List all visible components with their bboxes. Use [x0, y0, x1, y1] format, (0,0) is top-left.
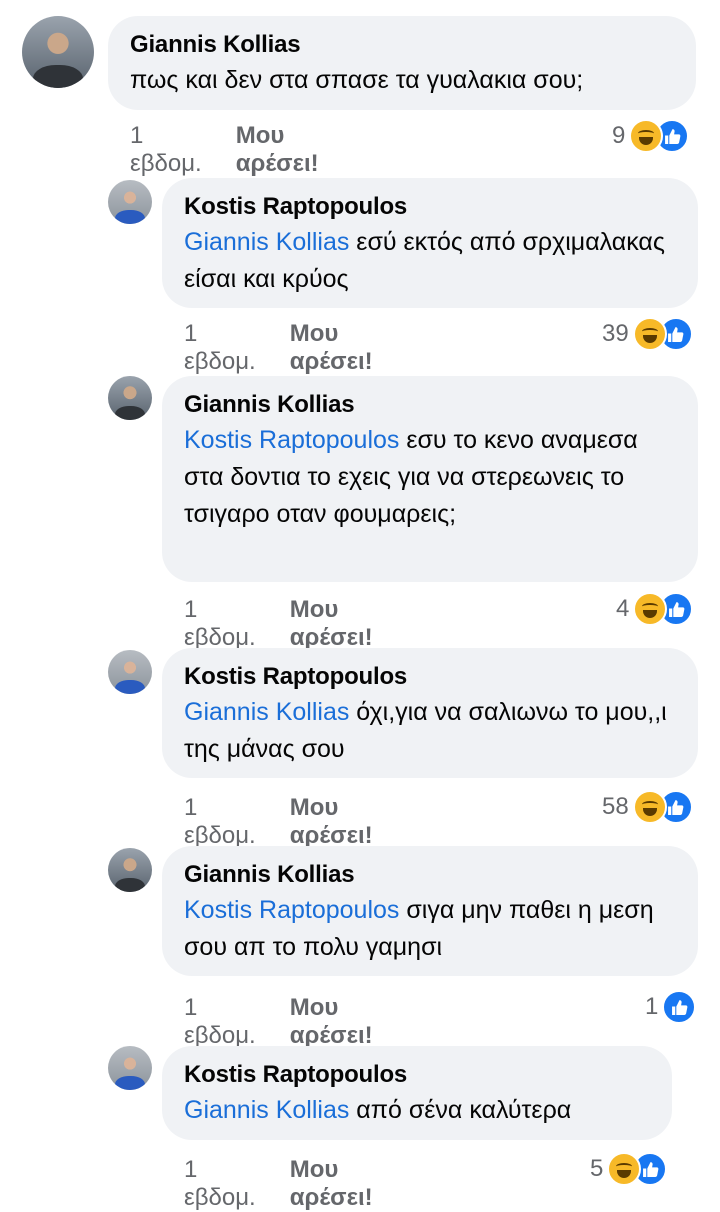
- comment-author[interactable]: Kostis Raptopoulos: [184, 192, 678, 222]
- haha-icon: [632, 790, 667, 824]
- reactions-summary[interactable]: 5: [590, 1152, 668, 1186]
- reaction-count: 5: [590, 1155, 604, 1182]
- timestamp[interactable]: 1 εβδομ.: [184, 320, 256, 376]
- comment-text: Giannis Kollias από σένα καλύτερα: [184, 1092, 652, 1129]
- avatar[interactable]: [22, 16, 94, 88]
- avatar[interactable]: [108, 848, 152, 892]
- timestamp[interactable]: 1 εβδομ.: [184, 994, 256, 1050]
- reactions-summary[interactable]: 1: [645, 990, 697, 1024]
- reaction-count: 9: [612, 122, 626, 149]
- comment-meta: 1 εβδομ. Μου αρέσει!: [184, 1156, 373, 1212]
- comment-meta: 1 εβδομ. Μου αρέσει!: [130, 122, 319, 178]
- reaction-count: 4: [616, 595, 630, 622]
- mention-link[interactable]: Giannis Kollias: [184, 228, 349, 256]
- comment-meta: 1 εβδομ. Μου αρέσει!: [184, 596, 373, 652]
- comment-meta: 1 εβδομ. Μου αρέσει!: [184, 994, 373, 1050]
- comment-author[interactable]: Giannis Kollias: [130, 30, 676, 60]
- comment-text: Giannis Kollias εσύ εκτός από σρχιμαλακα…: [184, 224, 678, 298]
- comment-bubble: Kostis Raptopoulos Giannis Kollias όχι,γ…: [162, 648, 698, 778]
- like-button[interactable]: Μου αρέσει!: [290, 320, 373, 376]
- avatar[interactable]: [108, 180, 152, 224]
- reaction-count: 58: [602, 793, 629, 820]
- haha-icon: [632, 317, 667, 351]
- comment-bubble: Kostis Raptopoulos Giannis Kollias από σ…: [162, 1046, 672, 1140]
- comment-meta: 1 εβδομ. Μου αρέσει!: [184, 794, 373, 850]
- reactions-summary[interactable]: 4: [616, 592, 694, 626]
- comment-bubble: Giannis Kollias πως και δεν στα σπασε τα…: [108, 16, 696, 110]
- comment-text: Kostis Raptopoulos εσυ το κενο αναμεσα σ…: [184, 422, 678, 533]
- mention-link[interactable]: Kostis Raptopoulos: [184, 426, 399, 454]
- comment-author[interactable]: Giannis Kollias: [184, 390, 678, 420]
- comment-text: Kostis Raptopoulos σιγα μην παθει η μεση…: [184, 892, 678, 966]
- reaction-count: 39: [602, 320, 629, 347]
- avatar[interactable]: [108, 376, 152, 420]
- timestamp[interactable]: 1 εβδομ.: [184, 794, 256, 850]
- comment-author[interactable]: Giannis Kollias: [184, 860, 678, 890]
- avatar[interactable]: [108, 650, 152, 694]
- like-button[interactable]: Μου αρέσει!: [290, 794, 373, 850]
- reactions-summary[interactable]: 58: [602, 790, 693, 824]
- comment-body: πως και δεν στα σπασε τα γυαλακια σου;: [130, 66, 584, 94]
- haha-icon: [633, 592, 668, 626]
- comment-author[interactable]: Kostis Raptopoulos: [184, 1060, 652, 1090]
- reactions-summary[interactable]: 9: [612, 119, 690, 153]
- timestamp[interactable]: 1 εβδομ.: [130, 122, 202, 178]
- avatar[interactable]: [108, 1046, 152, 1090]
- like-button[interactable]: Μου αρέσει!: [236, 122, 319, 178]
- haha-icon: [629, 119, 664, 153]
- timestamp[interactable]: 1 εβδομ.: [184, 596, 256, 652]
- haha-icon: [607, 1152, 642, 1186]
- comment-text: πως και δεν στα σπασε τα γυαλακια σου;: [130, 62, 676, 99]
- like-button[interactable]: Μου αρέσει!: [290, 994, 373, 1050]
- mention-link[interactable]: Giannis Kollias: [184, 698, 349, 726]
- timestamp[interactable]: 1 εβδομ.: [184, 1156, 256, 1212]
- comment-text: Giannis Kollias όχι,για να σαλιωνω το μο…: [184, 694, 678, 768]
- comment-bubble: Giannis Kollias Kostis Raptopoulos εσυ τ…: [162, 376, 698, 582]
- mention-link[interactable]: Giannis Kollias: [184, 1096, 349, 1124]
- reactions-summary[interactable]: 39: [602, 317, 693, 351]
- comment-body: από σένα καλύτερα: [349, 1096, 572, 1124]
- mention-link[interactable]: Kostis Raptopoulos: [184, 896, 399, 924]
- like-icon: [662, 990, 697, 1024]
- comment-bubble: Kostis Raptopoulos Giannis Kollias εσύ ε…: [162, 178, 698, 308]
- like-button[interactable]: Μου αρέσει!: [290, 1156, 373, 1212]
- like-button[interactable]: Μου αρέσει!: [290, 596, 373, 652]
- comment-bubble: Giannis Kollias Kostis Raptopoulos σιγα …: [162, 846, 698, 976]
- comment-meta: 1 εβδομ. Μου αρέσει!: [184, 320, 373, 376]
- reaction-count: 1: [645, 993, 659, 1020]
- comment-author[interactable]: Kostis Raptopoulos: [184, 662, 678, 692]
